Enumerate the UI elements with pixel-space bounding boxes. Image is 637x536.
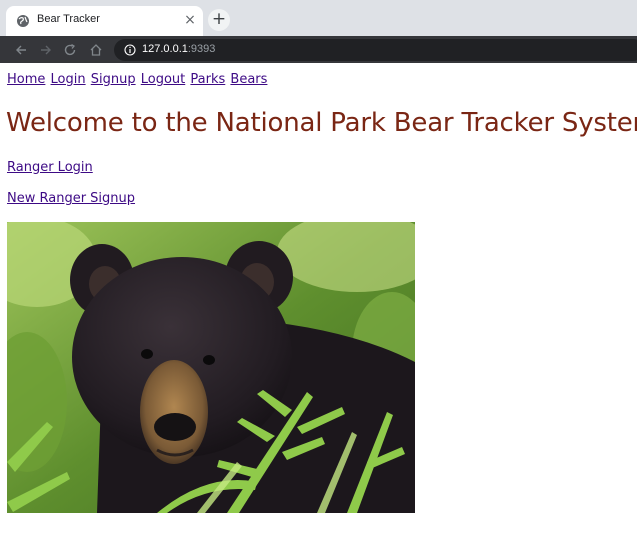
url-host: 127.0.0.1: [142, 43, 188, 55]
page-content: Home Login Signup Logout Parks Bears Wel…: [0, 63, 637, 536]
browser-toolbar: 127.0.0.1:9393: [0, 36, 637, 63]
browser-tabstrip: Bear Tracker × +: [0, 0, 637, 36]
tab-title: Bear Tracker: [37, 13, 100, 25]
url-text[interactable]: 127.0.0.1:9393: [142, 43, 215, 55]
new-ranger-signup-link[interactable]: New Ranger Signup: [7, 191, 135, 206]
nav-link-login[interactable]: Login: [51, 72, 86, 87]
globe-icon: [17, 15, 29, 27]
url-port: :9393: [187, 43, 216, 55]
site-nav: Home Login Signup Logout Parks Bears: [7, 72, 268, 87]
home-icon[interactable]: [88, 42, 104, 58]
forward-icon[interactable]: [37, 42, 53, 58]
nav-link-bears[interactable]: Bears: [230, 72, 267, 87]
page-title: Welcome to the National Park Bear Tracke…: [6, 108, 637, 138]
nav-link-signup[interactable]: Signup: [91, 72, 136, 87]
nav-link-logout[interactable]: Logout: [141, 72, 186, 87]
new-tab-button[interactable]: +: [208, 9, 230, 31]
close-icon[interactable]: ×: [182, 12, 198, 28]
reload-icon[interactable]: [62, 42, 78, 58]
nav-link-parks[interactable]: Parks: [190, 72, 225, 87]
browser-tab[interactable]: Bear Tracker ×: [6, 6, 203, 36]
back-icon[interactable]: [14, 42, 30, 58]
address-bar[interactable]: 127.0.0.1:9393: [114, 39, 637, 61]
info-icon[interactable]: [124, 44, 136, 56]
black-bear-photo: [7, 222, 415, 513]
ranger-login-link[interactable]: Ranger Login: [7, 160, 93, 175]
nav-link-home[interactable]: Home: [7, 72, 45, 87]
